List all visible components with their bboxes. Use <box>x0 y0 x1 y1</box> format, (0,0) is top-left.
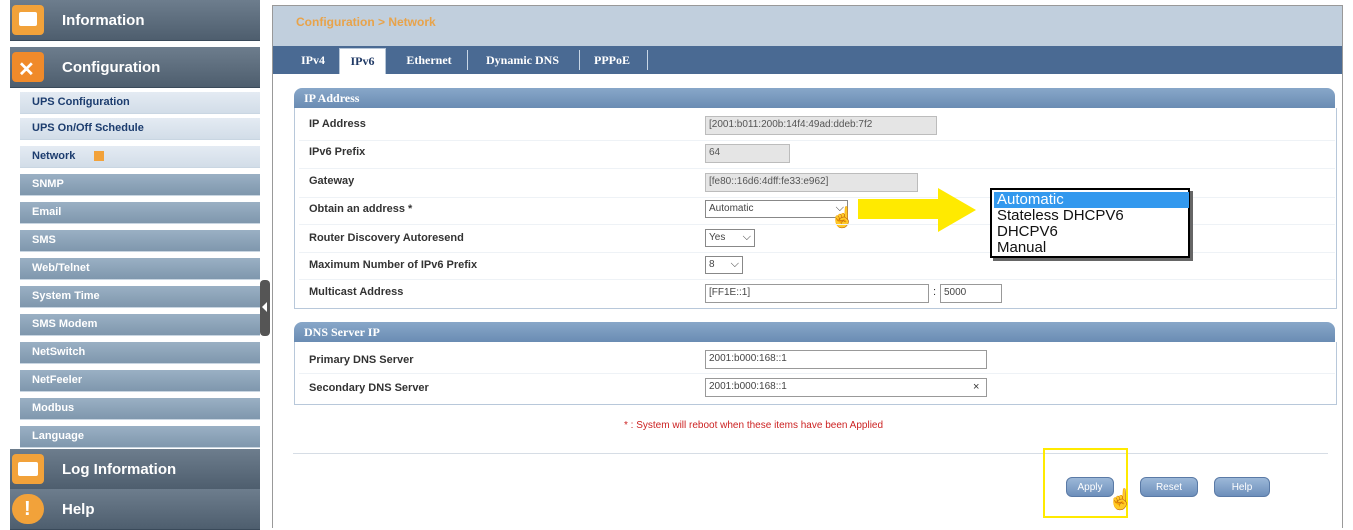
sidebar-item-label: NetSwitch <box>32 346 86 358</box>
obtain-address-select[interactable]: Automatic ⌵ <box>705 200 848 218</box>
sidebar-item-label: SMS <box>32 234 56 246</box>
tab-dynamic-dns[interactable]: Dynamic DNS <box>470 48 575 74</box>
row-divider <box>299 140 1335 141</box>
primary-dns-input[interactable]: 2001:b000:168::1 <box>705 350 987 369</box>
sidebar-section-log-information[interactable]: Log Information <box>10 449 260 490</box>
breadcrumb: Configuration > Network <box>296 15 436 29</box>
row-divider <box>299 279 1335 280</box>
sidebar-item-label: System Time <box>32 290 100 302</box>
network-active-icon <box>94 151 104 161</box>
folder-icon <box>12 454 44 484</box>
obtain-address-label: Obtain an address * <box>309 203 413 215</box>
sidebar-item-netfeeler[interactable]: NetFeeler <box>20 370 260 392</box>
tab-separator <box>467 50 468 70</box>
sidebar-item-label: Language <box>32 430 84 442</box>
chevron-down-icon: ⌵ <box>730 258 739 270</box>
help-button[interactable]: Help <box>1214 477 1270 497</box>
tab-ethernet[interactable]: Ethernet <box>392 48 466 74</box>
ip-address-field: [2001:b011:200b:14f4:49ad:ddeb:7f2 <box>705 116 937 135</box>
row-divider <box>299 168 1335 169</box>
sidebar-section-label: Configuration <box>62 59 161 76</box>
sidebar-item-sms[interactable]: SMS <box>20 230 260 252</box>
option-stateless-dhcpv6[interactable]: Stateless DHCPV6 <box>994 208 1189 224</box>
information-icon <box>12 5 44 35</box>
sidebar-item-ups-onoff-schedule[interactable]: UPS On/Off Schedule <box>20 118 260 140</box>
chevron-down-icon: ⌵ <box>742 231 751 243</box>
router-discovery-select[interactable]: Yes ⌵ <box>705 229 755 247</box>
multicast-address-input[interactable]: [FF1E::1] <box>705 284 929 303</box>
hand-cursor-icon: ☝ <box>1108 489 1133 511</box>
max-prefix-label: Maximum Number of IPv6 Prefix <box>309 259 478 271</box>
ipv6-prefix-field: 64 <box>705 144 790 163</box>
sidebar-section-configuration[interactable]: ✕ Configuration <box>10 47 260 88</box>
secondary-dns-input[interactable]: 2001:b000:168::1 <box>705 378 987 397</box>
sidebar-item-label: SMS Modem <box>32 318 98 330</box>
divider <box>293 453 1328 454</box>
sidebar-item-language[interactable]: Language <box>20 426 260 448</box>
tab-pppoe[interactable]: PPPoE <box>584 48 640 74</box>
sidebar-item-label: Email <box>32 206 62 218</box>
sidebar-item-label: Modbus <box>32 402 75 414</box>
help-icon: ! <box>12 494 44 524</box>
sidebar-item-sms-modem[interactable]: SMS Modem <box>20 314 260 336</box>
tab-separator <box>579 50 580 70</box>
ip-address-panel-header: IP Address <box>294 88 1335 108</box>
sidebar-section-help[interactable]: ! Help <box>10 489 260 530</box>
multicast-address-label: Multicast Address <box>309 286 404 298</box>
select-value: 8 <box>709 259 715 270</box>
panel-title: IP Address <box>304 91 360 105</box>
option-dhcpv6[interactable]: DHCPV6 <box>994 224 1189 240</box>
sidebar-item-modbus[interactable]: Modbus <box>20 398 260 420</box>
option-manual[interactable]: Manual <box>994 240 1189 256</box>
ip-address-label: IP Address <box>309 118 366 130</box>
tab-ipv6[interactable]: IPv6 <box>339 48 386 74</box>
sidebar: Information ✕ Configuration UPS Configur… <box>10 0 260 530</box>
select-value: Yes <box>709 232 726 243</box>
sidebar-section-label: Log Information <box>62 461 177 478</box>
sidebar-item-label: Web/Telnet <box>32 262 90 274</box>
clear-icon[interactable]: × <box>973 381 979 393</box>
sidebar-item-network[interactable]: Network <box>20 146 260 168</box>
sidebar-collapse-handle[interactable] <box>260 280 270 336</box>
option-automatic[interactable]: Automatic <box>994 192 1189 208</box>
gateway-label: Gateway <box>309 175 355 187</box>
panel-title: DNS Server IP <box>304 325 380 339</box>
port-separator: : <box>933 286 937 298</box>
tab-ipv4[interactable]: IPv4 <box>293 48 333 74</box>
sidebar-item-label: UPS On/Off Schedule <box>32 122 144 134</box>
sidebar-item-snmp[interactable]: SNMP <box>20 174 260 196</box>
sidebar-item-netswitch[interactable]: NetSwitch <box>20 342 260 364</box>
sidebar-item-ups-configuration[interactable]: UPS Configuration <box>20 92 260 114</box>
router-discovery-label: Router Discovery Autoresend <box>309 232 464 244</box>
secondary-dns-label: Secondary DNS Server <box>309 382 429 394</box>
max-prefix-select[interactable]: 8 ⌵ <box>705 256 743 274</box>
obtain-address-options-list: Automatic Stateless DHCPV6 DHCPV6 Manual <box>990 188 1190 258</box>
primary-dns-label: Primary DNS Server <box>309 354 414 366</box>
sidebar-item-label: SNMP <box>32 178 64 190</box>
sidebar-item-label: NetFeeler <box>32 374 83 386</box>
sidebar-section-label: Information <box>62 12 145 29</box>
reboot-note: * : System will reboot when these items … <box>624 420 884 431</box>
ipv6-prefix-label: IPv6 Prefix <box>309 146 366 158</box>
sidebar-item-label: UPS Configuration <box>32 96 130 108</box>
tools-icon: ✕ <box>12 52 44 82</box>
sidebar-item-email[interactable]: Email <box>20 202 260 224</box>
hand-cursor-icon: ☝ <box>830 207 855 229</box>
reset-button[interactable]: Reset <box>1140 477 1198 497</box>
sidebar-section-information[interactable]: Information <box>10 0 260 41</box>
sidebar-item-system-time[interactable]: System Time <box>20 286 260 308</box>
gateway-field: [fe80::16d6:4dff:fe33:e962] <box>705 173 918 192</box>
row-divider <box>299 373 1335 374</box>
annotation-arrow-icon <box>938 188 976 232</box>
dns-panel-header: DNS Server IP <box>294 322 1335 342</box>
sidebar-item-label: Network <box>32 150 76 162</box>
sidebar-section-label: Help <box>62 501 95 518</box>
sidebar-item-web-telnet[interactable]: Web/Telnet <box>20 258 260 280</box>
select-value: Automatic <box>709 203 754 214</box>
multicast-port-input[interactable]: 5000 <box>940 284 1002 303</box>
annotation-arrow-shaft <box>858 199 940 219</box>
tab-separator <box>647 50 648 70</box>
